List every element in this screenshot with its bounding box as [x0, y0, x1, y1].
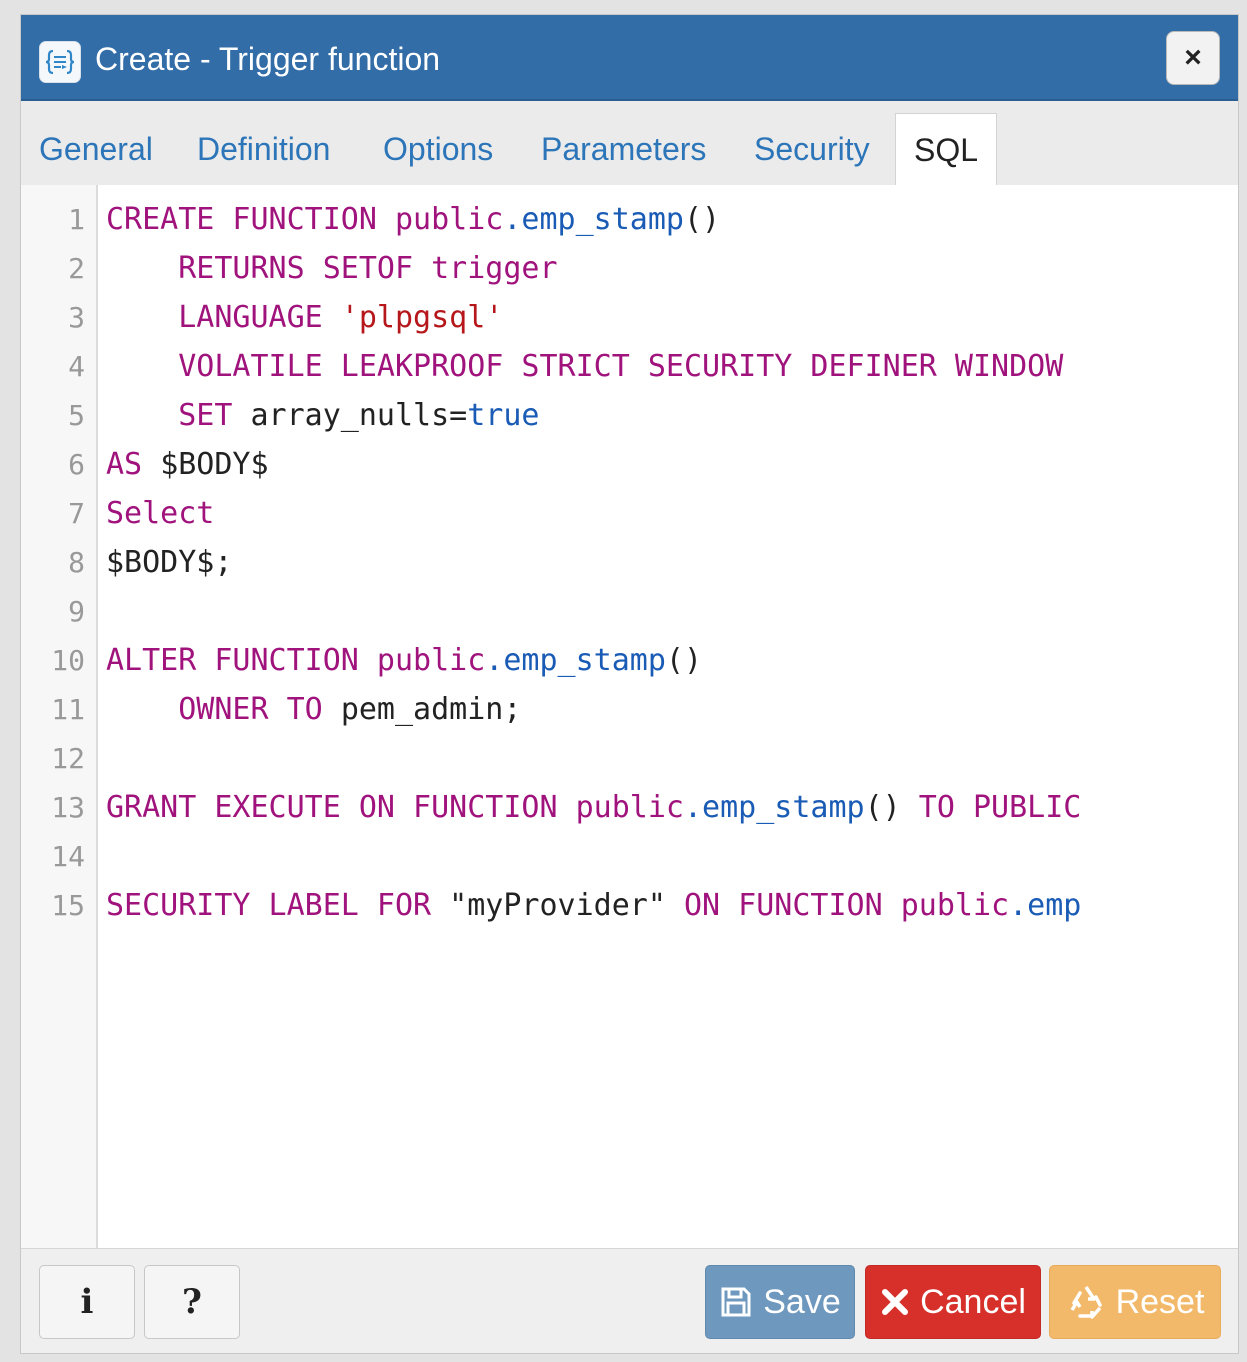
code-token: .emp_stamp — [485, 643, 666, 678]
code-line[interactable]: 15 SECURITY LABEL FOR "myProvider" ON FUN… — [21, 881, 1238, 930]
line-number: 4 — [68, 350, 85, 383]
code-text: RETURNS SETOF trigger — [106, 244, 1216, 293]
line-number: 5 — [68, 399, 85, 432]
code-token: pem_admin; — [340, 692, 522, 727]
code-line[interactable]: 6 AS $BODY$ — [21, 440, 1238, 489]
line-number: 11 — [51, 693, 85, 726]
code-line[interactable]: 9 — [21, 587, 1238, 636]
code-line[interactable]: 3 LANGUAGE 'plpgsql' — [21, 293, 1238, 342]
sql-editor[interactable]: 1 CREATE FUNCTION public.emp_stamp() 2 RET… — [21, 185, 1238, 1249]
line-number: 7 — [68, 497, 85, 530]
code-token: () — [864, 790, 919, 825]
code-token: () — [683, 202, 721, 237]
trigger-function-icon — [39, 41, 81, 83]
code-token: Select — [106, 496, 215, 531]
reset-button[interactable]: Reset — [1049, 1265, 1221, 1339]
code-token: ON FUNCTION public — [683, 888, 1010, 923]
code-token: AS — [106, 447, 161, 482]
code-line[interactable]: 4 VOLATILE LEAKPROOF STRICT SECURITY DEF… — [21, 342, 1238, 391]
save-label: Save — [763, 1282, 841, 1321]
tab-definition[interactable]: Definition — [179, 113, 348, 185]
code-line[interactable]: 13 GRANT EXECUTE ON FUNCTION public.emp_s… — [21, 783, 1238, 832]
code-token: .emp_stamp — [683, 790, 865, 825]
tab-parameters[interactable]: Parameters — [523, 113, 724, 185]
title-bar: Create - Trigger function × — [21, 15, 1238, 101]
code-token: ALTER FUNCTION public — [106, 643, 486, 678]
code-line[interactable]: 7 Select — [21, 489, 1238, 538]
line-number: 15 — [51, 889, 85, 922]
tab-general[interactable]: General — [21, 113, 171, 185]
help-icon: ? — [182, 1282, 202, 1322]
code-text: OWNER TO pem_admin; — [106, 685, 1216, 734]
code-line[interactable]: 2 RETURNS SETOF trigger — [21, 244, 1238, 293]
code-token: SET — [106, 398, 251, 433]
code-token: () — [665, 643, 703, 678]
code-line[interactable]: 5 SET array_nulls=true — [21, 391, 1238, 440]
code-token: LANGUAGE — [106, 300, 341, 335]
line-number: 10 — [51, 644, 85, 677]
code-text: $BODY$; — [106, 538, 1216, 587]
code-token: TO PUBLIC — [918, 790, 1082, 825]
line-number: 9 — [68, 595, 85, 628]
line-number: 12 — [51, 742, 85, 775]
line-number: 1 — [68, 203, 85, 236]
code-token: .emp_stamp — [503, 202, 684, 237]
code-line[interactable]: 11 OWNER TO pem_admin; — [21, 685, 1238, 734]
code-token: "myProvider" — [449, 888, 684, 923]
line-number: 6 — [68, 448, 85, 481]
tab-bar: General Definition Options Parameters Se… — [21, 101, 1238, 186]
code-text: SECURITY LABEL FOR "myProvider" ON FUNCT… — [106, 881, 1216, 930]
code-text: VOLATILE LEAKPROOF STRICT SECURITY DEFIN… — [106, 342, 1216, 391]
recycle-icon — [1066, 1282, 1106, 1322]
code-token: GRANT EXECUTE ON FUNCTION public — [106, 790, 684, 825]
code-text: ALTER FUNCTION public.emp_stamp() — [106, 636, 1216, 685]
line-number: 14 — [51, 840, 85, 873]
dialog-footer: i ? Save Cancel Reset — [21, 1248, 1238, 1353]
dialog-title: Create - Trigger function — [95, 41, 441, 77]
save-button[interactable]: Save — [705, 1265, 855, 1339]
code-text: Select — [106, 489, 1216, 538]
tab-security[interactable]: Security — [736, 113, 888, 185]
code-line[interactable]: 1 CREATE FUNCTION public.emp_stamp() — [21, 195, 1238, 244]
close-icon: × — [1184, 41, 1202, 74]
line-number: 3 — [68, 301, 85, 334]
line-number: 8 — [68, 546, 85, 579]
help-button[interactable]: ? — [144, 1265, 240, 1339]
code-token: $BODY$; — [106, 545, 233, 580]
line-number: 2 — [68, 252, 85, 285]
code-text: LANGUAGE 'plpgsql' — [106, 293, 1216, 342]
create-trigger-function-dialog: Create - Trigger function × General Defi… — [20, 14, 1239, 1354]
code-line[interactable]: 12 — [21, 734, 1238, 783]
code-text: GRANT EXECUTE ON FUNCTION public.emp_sta… — [106, 783, 1216, 832]
code-token: VOLATILE LEAKPROOF STRICT SECURITY DEFIN… — [106, 349, 1064, 384]
code-token: OWNER TO — [106, 692, 341, 727]
code-token: $BODY$ — [160, 447, 269, 482]
code-text: SET array_nulls=true — [106, 391, 1216, 440]
tab-sql[interactable]: SQL — [895, 113, 998, 185]
info-button[interactable]: i — [39, 1265, 135, 1339]
code-token: RETURNS SETOF trigger — [106, 251, 558, 286]
code-token: array_nulls= — [250, 398, 468, 433]
floppy-disk-icon — [719, 1285, 753, 1319]
close-button[interactable]: × — [1166, 31, 1220, 85]
code-text: AS $BODY$ — [106, 440, 1216, 489]
reset-label: Reset — [1115, 1282, 1205, 1321]
code-line[interactable]: 10 ALTER FUNCTION public.emp_stamp() — [21, 636, 1238, 685]
tab-options[interactable]: Options — [365, 113, 511, 185]
code-line[interactable]: 14 — [21, 832, 1238, 881]
code-token: true — [467, 398, 540, 433]
code-token: CREATE FUNCTION public — [106, 202, 504, 237]
x-icon — [880, 1287, 910, 1317]
code-line[interactable]: 8 $BODY$; — [21, 538, 1238, 587]
code-token: 'plpgsql' — [340, 300, 504, 335]
code-text: CREATE FUNCTION public.emp_stamp() — [106, 195, 1216, 244]
code-token: .emp — [1009, 888, 1082, 923]
cancel-label: Cancel — [920, 1282, 1026, 1321]
cancel-button[interactable]: Cancel — [865, 1265, 1041, 1339]
line-number: 13 — [51, 791, 85, 824]
info-icon: i — [80, 1282, 94, 1322]
code-token: SECURITY LABEL FOR — [106, 888, 450, 923]
